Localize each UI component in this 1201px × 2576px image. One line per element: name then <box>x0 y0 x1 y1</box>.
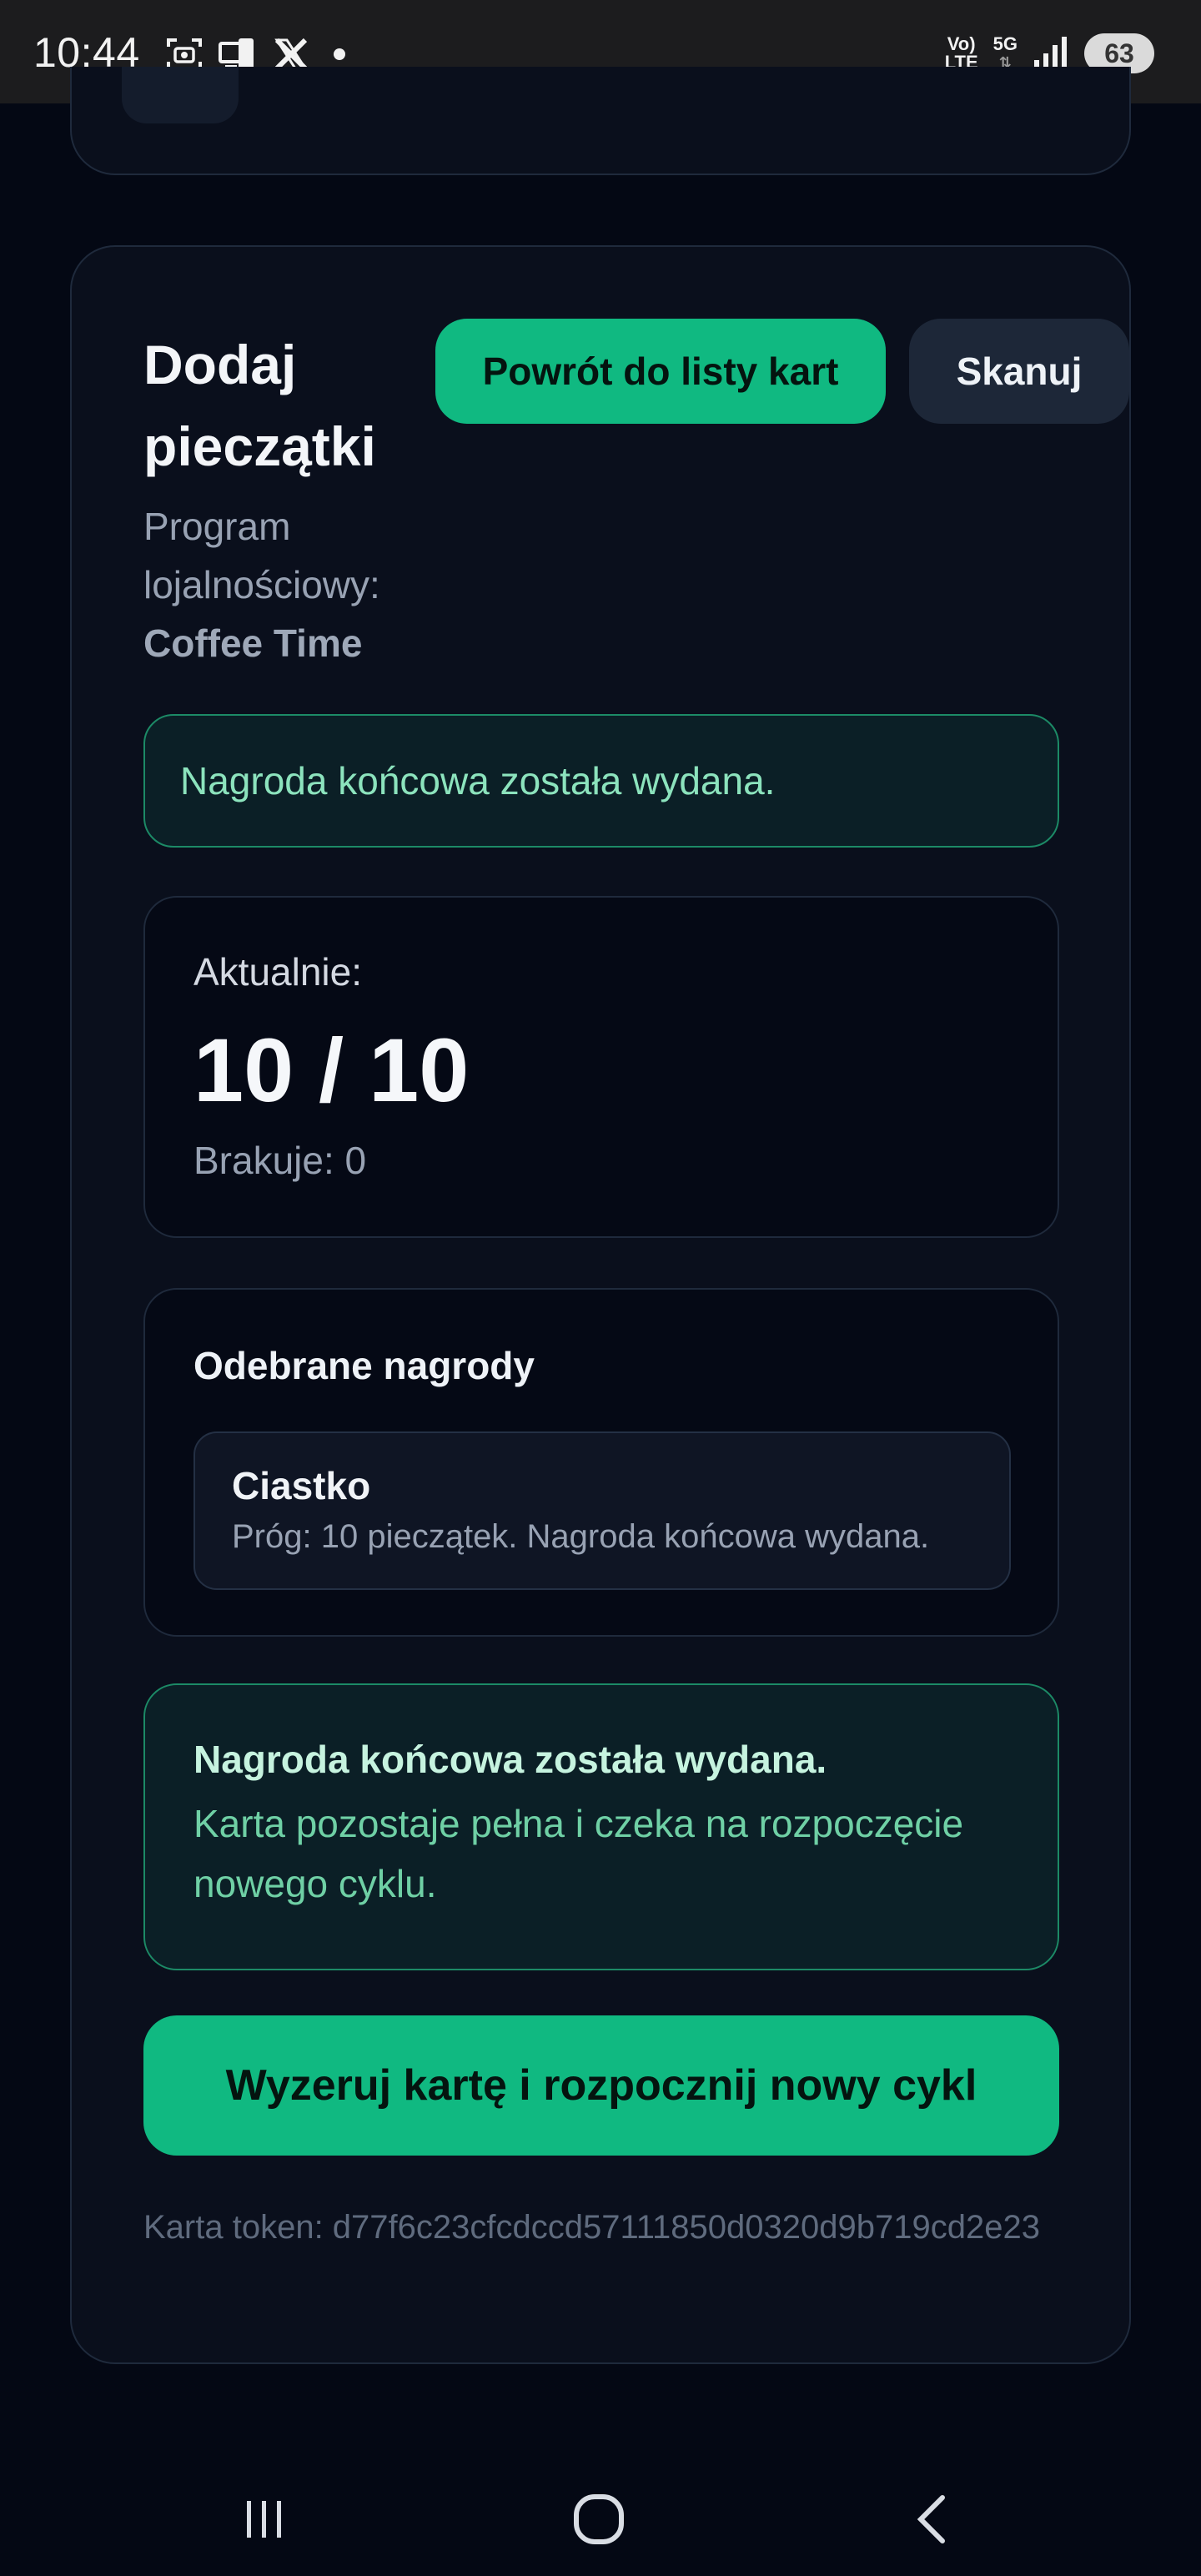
back-nav-button[interactable] <box>901 2486 967 2553</box>
back-icon <box>917 2495 945 2543</box>
cycle-info-text: Karta pozostaje pełna i czeka na rozpocz… <box>193 1802 964 1905</box>
program-name: Coffee Time <box>143 621 363 665</box>
card-token: Karta token: d77f6c23cfcdccd57111850d032… <box>143 2209 1040 2246</box>
scan-button[interactable]: Skanuj <box>909 319 1129 424</box>
home-icon <box>574 2494 624 2544</box>
current-label: Aktualnie: <box>193 950 363 994</box>
missing-stamps: Brakuje: 0 <box>193 1139 367 1182</box>
program-label: Program lojalnościowy: <box>143 505 380 606</box>
reward-item: Ciastko Próg: 10 pieczątek. Nagroda końc… <box>193 1431 1011 1590</box>
back-to-cards-button[interactable]: Powrót do listy kart <box>435 319 886 424</box>
5g-label: 5G <box>992 33 1018 54</box>
success-alert: Nagroda końcowa została wydana. <box>143 714 1059 848</box>
previous-card-button[interactable] <box>122 67 239 123</box>
previous-card <box>70 67 1131 175</box>
recent-apps-icon <box>247 2501 281 2538</box>
current-stamps-value: 10 / 10 <box>193 1019 470 1120</box>
program-info: Program lojalnościowy: Coffee Time <box>143 497 444 672</box>
volte-top-label: Vo) <box>947 33 976 54</box>
rewards-title: Odebrane nagrody <box>193 1344 535 1387</box>
reward-description: Próg: 10 pieczątek. Nagroda końcowa wyda… <box>232 1518 930 1555</box>
add-stamps-card: Dodaj pieczątki Powrót do listy kart Ska… <box>70 245 1131 2364</box>
received-rewards-box: Odebrane nagrody Ciastko Próg: 10 pieczą… <box>143 1288 1059 1637</box>
reset-card-button[interactable]: Wyzeruj kartę i rozpocznij nowy cykl <box>143 2015 1059 2156</box>
recent-apps-button[interactable] <box>230 2486 297 2553</box>
cycle-info-alert: Nagroda końcowa została wydana. Karta po… <box>143 1683 1059 1970</box>
page-title: Dodaj pieczątki <box>143 334 376 477</box>
current-stamps-box: Aktualnie: 10 / 10 Brakuje: 0 <box>143 896 1059 1238</box>
notification-dot-icon <box>334 48 345 60</box>
reward-name: Ciastko <box>232 1464 371 1507</box>
android-nav-bar <box>0 2444 1201 2576</box>
cycle-info-title: Nagroda końcowa została wydana. <box>193 1738 827 1781</box>
home-button[interactable] <box>565 2486 632 2553</box>
